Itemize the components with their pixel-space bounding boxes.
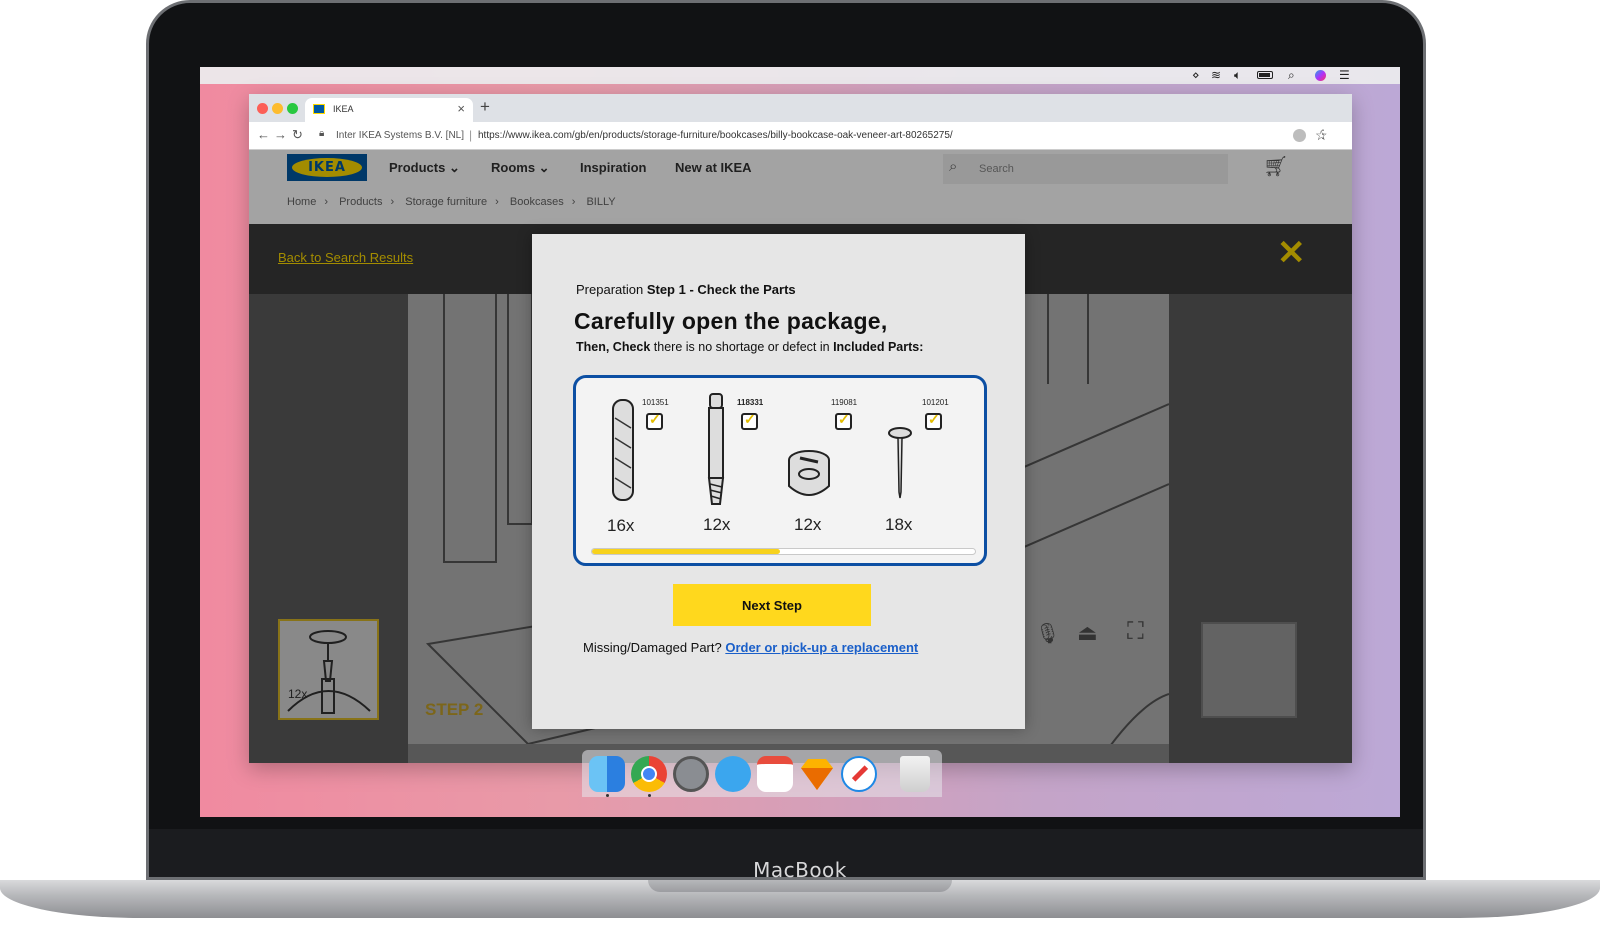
mac-menubar: ⋄ ≋ 🔈︎ ⌕ ☰ — [200, 67, 1400, 84]
messages-icon[interactable] — [715, 756, 751, 792]
part-code: 101351 — [642, 398, 669, 407]
airplay-icon[interactable]: ⏏ — [1077, 620, 1098, 646]
calendar-icon[interactable] — [757, 756, 793, 792]
tab-ikea[interactable]: IKEA × — [305, 98, 473, 122]
omnibox[interactable]: 🔒︎ Inter IKEA Systems B.V. [NL] | https:… — [315, 126, 1328, 146]
web-page: IKEA Products ⌄ Rooms ⌄ Inspiration New … — [249, 150, 1352, 763]
fullscreen-icon[interactable]: ⛶ — [1127, 618, 1144, 646]
ikea-favicon-icon — [313, 104, 325, 114]
volume-icon[interactable]: 🔈︎ — [1234, 68, 1241, 83]
part-quantity: 18x — [885, 515, 913, 534]
part-checkbox[interactable]: ✓ — [925, 411, 942, 430]
cam-bolt-icon — [707, 393, 725, 505]
part-quantity: 12x — [794, 515, 822, 534]
replacement-link[interactable]: Order or pick-up a replacement — [725, 640, 918, 655]
spotlight-icon[interactable]: ⌕ — [1288, 68, 1295, 83]
wifi-icon[interactable]: ≋ — [1211, 68, 1221, 82]
mac-dock — [582, 750, 942, 797]
check-parts-modal: Preparation Step 1 - Check the Parts Car… — [532, 234, 1025, 729]
tab-title: IKEA — [333, 104, 354, 114]
close-window-button[interactable] — [257, 103, 268, 114]
system-preferences-icon[interactable] — [673, 756, 709, 792]
browser-menu-icon[interactable]: ⋮ — [1317, 127, 1329, 141]
lock-icon[interactable]: 🔒︎ — [319, 128, 324, 139]
missing-part-line: Missing/Damaged Part? Order or pick-up a… — [583, 640, 919, 655]
sketch-icon[interactable] — [799, 756, 835, 792]
running-indicator — [606, 794, 609, 797]
included-parts-panel: 101351 ✓ 16x 118331 ✓ 12x 119081 ✓ 12x 1… — [573, 375, 987, 566]
running-indicator — [648, 794, 651, 797]
modal-subheading: Then, Check there is no shortage or defe… — [576, 340, 924, 354]
part-quantity: 16x — [607, 516, 635, 535]
part-code: 118331 — [737, 398, 764, 407]
checkmark-icon: ✓ — [928, 411, 940, 427]
browser-window: IKEA × + ← → ↻ 🔒︎ Inter IKEA Systems B.V… — [249, 94, 1352, 763]
progress-fill — [592, 549, 780, 554]
part-checkbox[interactable]: ✓ — [646, 411, 663, 430]
cam-lock-icon — [788, 450, 830, 496]
maximize-window-button[interactable] — [287, 103, 298, 114]
nail-icon — [888, 427, 912, 499]
checkmark-icon: ✓ — [649, 411, 661, 427]
wooden-dowel-icon — [612, 399, 634, 501]
tab-close-icon[interactable]: × — [457, 101, 465, 116]
profile-avatar-icon[interactable] — [1293, 129, 1306, 142]
url-text[interactable]: https://www.ikea.com/gb/en/products/stor… — [478, 130, 953, 141]
url-separator: | — [469, 128, 473, 142]
part-code: 119081 — [831, 398, 858, 407]
chrome-icon[interactable] — [631, 756, 667, 792]
microphone-icon[interactable]: 🎙︎ — [1035, 621, 1060, 646]
part-checkbox[interactable]: ✓ — [835, 411, 852, 430]
modal-heading: Carefully open the package, — [574, 308, 888, 334]
next-step-button[interactable]: Next Step — [673, 584, 871, 626]
part-code: 101201 — [922, 398, 949, 407]
screen: ⋄ ≋ 🔈︎ ⌕ ☰ IKEA × + ← → ↻ 🔒︎ Inter IKEA — [200, 67, 1400, 817]
back-arrow-icon[interactable]: ← — [257, 127, 270, 142]
laptop-brand: MacBook — [753, 858, 847, 882]
part-quantity: 12x — [703, 515, 731, 534]
minimize-window-button[interactable] — [272, 103, 283, 114]
finder-icon[interactable] — [589, 756, 625, 792]
safari-icon[interactable] — [841, 756, 877, 792]
forward-arrow-icon[interactable]: → — [274, 127, 287, 142]
site-identity: Inter IKEA Systems B.V. [NL] — [336, 130, 465, 141]
battery-icon[interactable] — [1257, 71, 1273, 79]
checkmark-icon: ✓ — [838, 411, 850, 427]
preparation-step-label: Preparation Step 1 - Check the Parts — [576, 282, 796, 297]
new-tab-icon[interactable]: + — [480, 97, 490, 117]
checkmark-icon: ✓ — [744, 411, 756, 427]
tab-bar: IKEA × + — [249, 94, 1352, 122]
progress-bar — [591, 548, 976, 555]
reload-icon[interactable]: ↻ — [292, 127, 303, 143]
cast-icon[interactable]: ⋄ — [1192, 68, 1200, 82]
notification-center-icon[interactable]: ☰ — [1339, 68, 1350, 82]
part-checkbox[interactable]: ✓ — [741, 411, 758, 430]
address-bar: ← → ↻ 🔒︎ Inter IKEA Systems B.V. [NL] | … — [249, 122, 1352, 150]
trash-icon[interactable] — [900, 756, 930, 792]
siri-icon[interactable] — [1315, 70, 1326, 81]
